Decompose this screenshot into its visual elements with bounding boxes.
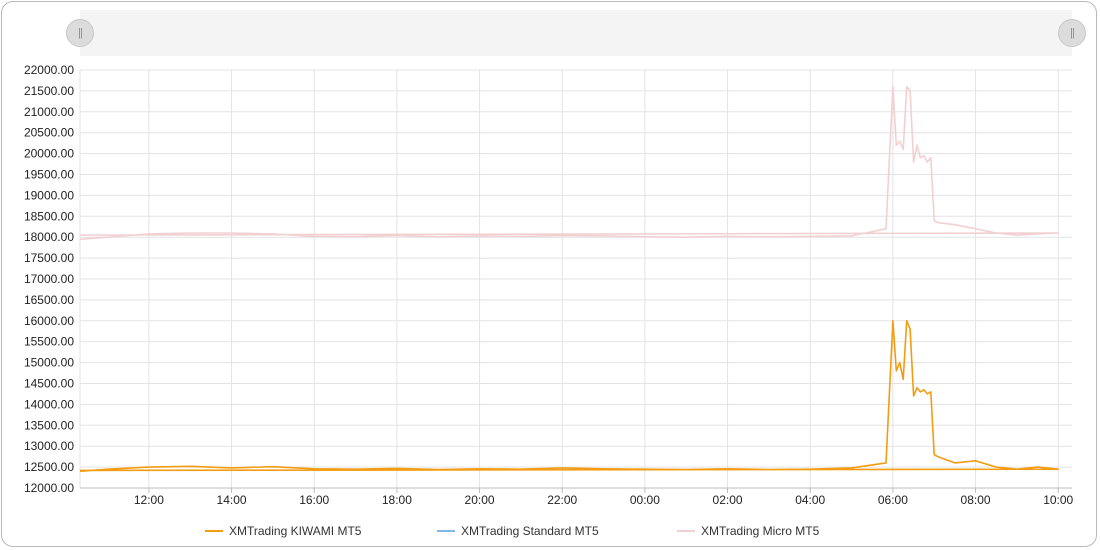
- y-tick-label: 14000.00: [24, 397, 74, 411]
- y-tick-label: 13000.00: [24, 439, 74, 453]
- series-line-1: [79, 320, 1059, 473]
- x-tick-label: 10:00: [1043, 493, 1073, 507]
- x-tick-label: 06:00: [878, 493, 908, 507]
- x-tick-label: 20:00: [465, 493, 495, 507]
- y-tick-label: 15500.00: [24, 335, 74, 349]
- y-tick-label: 18000.00: [24, 230, 74, 244]
- legend-item-2[interactable]: XMTrading Standard MT5: [437, 524, 599, 538]
- y-tick-label: 16000.00: [24, 314, 74, 328]
- legend-label: XMTrading KIWAMI MT5: [229, 524, 362, 538]
- y-tick-label: 17000.00: [24, 272, 74, 286]
- y-tick-label: 14500.00: [24, 377, 74, 391]
- y-tick-label: 20500.00: [24, 126, 74, 140]
- x-tick-label: 08:00: [961, 493, 991, 507]
- y-tick-label: 12500.00: [24, 460, 74, 474]
- x-tick-label: 00:00: [630, 493, 660, 507]
- y-tick-label: 16500.00: [24, 293, 74, 307]
- y-axis: 22000.00 21500.00 21000.00 20500.00 20000.00…: [24, 63, 81, 495]
- x-tick-label: 22:00: [547, 493, 577, 507]
- x-tick-label: 16:00: [299, 493, 329, 507]
- x-tick-label: 18:00: [382, 493, 412, 507]
- y-tick-label: 17500.00: [24, 251, 74, 265]
- y-tick-label: 18500.00: [24, 209, 74, 223]
- y-tick-label: 19500.00: [24, 168, 74, 182]
- y-tick-label: 21500.00: [24, 84, 74, 98]
- y-tick-label: 20000.00: [24, 147, 74, 161]
- chart-legend: XMTrading KIWAMI MT5 XMTrading Standard M…: [0, 524, 1100, 542]
- y-tick-label: 19000.00: [24, 188, 74, 202]
- legend-swatch: [205, 530, 223, 532]
- legend-item-1[interactable]: XMTrading KIWAMI MT5: [205, 524, 361, 538]
- x-tick-label: 02:00: [713, 493, 743, 507]
- legend-label: XMTrading Standard MT5: [461, 524, 599, 538]
- y-tick-label: 22000.00: [24, 63, 74, 77]
- x-axis: 12:00 14:00 16:00 18:00 20:00 22:00 00:00 02:00…: [80, 487, 1074, 507]
- y-tick-label: 21000.00: [24, 105, 74, 119]
- x-tick-label: 04:00: [795, 493, 825, 507]
- legend-swatch: [677, 530, 695, 532]
- x-tick-label: 14:00: [217, 493, 247, 507]
- y-tick-label: 13500.00: [24, 418, 74, 432]
- x-tick-label: 12:00: [134, 493, 164, 507]
- y-tick-label: 15000.00: [24, 356, 74, 370]
- legend-swatch: [437, 530, 455, 532]
- legend-item-3[interactable]: XMTrading Micro MT5: [677, 524, 819, 538]
- legend-label: XMTrading Micro MT5: [701, 524, 820, 538]
- line-chart: 22000.00 21500.00 21000.00 20500.00 20000.00…: [24, 63, 1074, 507]
- y-tick-label: 12000.00: [24, 481, 74, 495]
- grid-lines: [80, 69, 1072, 489]
